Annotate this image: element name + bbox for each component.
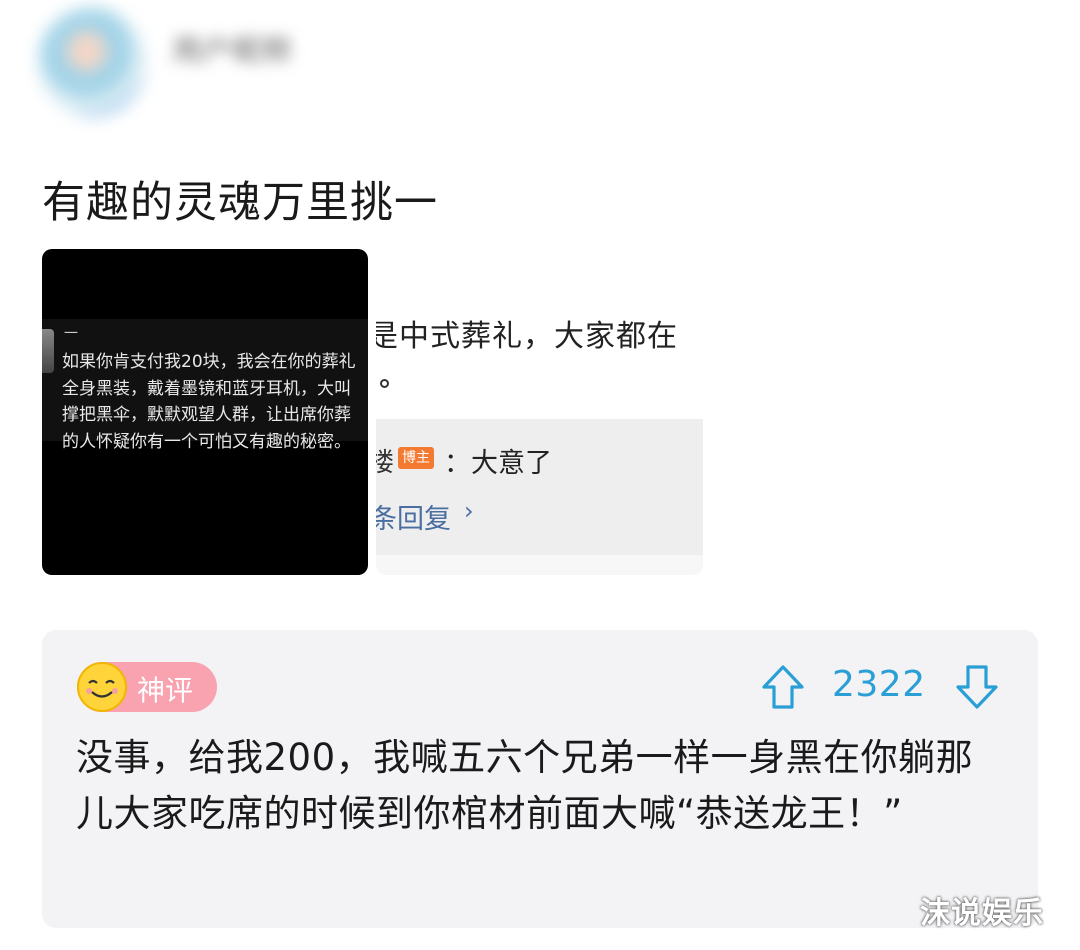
- post-image-1[interactable]: 一 如果你肯支付我20块，我会在你的葬礼 全身黑装，戴着墨镜和蓝牙耳机，大叫 撑…: [42, 249, 368, 575]
- quote-line: 撑把黑伞，默默观望人群，让出席你葬: [62, 405, 351, 425]
- author-badge: 博主: [398, 447, 434, 469]
- smiley-icon: [77, 662, 127, 712]
- quote-text: 如果你肯支付我20块，我会在你的葬礼 全身黑装，戴着墨镜和蓝牙耳机，大叫 撑把黑…: [62, 349, 368, 455]
- comment-text: 没事，给我200，我喊五六个兄弟一样一身黑在你躺那儿大家吃席的时候到你棺材前面大…: [76, 736, 974, 835]
- avatar[interactable]: [38, 8, 146, 116]
- vote-count: 2322: [832, 664, 926, 705]
- post-meta: [172, 80, 372, 108]
- quote-line: 的人怀疑你有一个可怕又有趣的秘密。: [62, 431, 351, 452]
- god-comment: 神评 2322 没事，给我200，我喊五六个兄弟一样一身黑在你躺那儿大家吃席的时…: [42, 630, 1038, 928]
- downvote-arrow-icon[interactable]: [954, 663, 1000, 711]
- reply-floor: 楼: [376, 448, 395, 478]
- quote-line: 全身黑装，戴着墨镜和蓝牙耳机，大叫: [62, 378, 351, 399]
- god-comment-badge: 神评: [77, 662, 217, 712]
- quote-line: 如果你肯支付我20块，我会在你的葬礼: [62, 352, 356, 372]
- post-text: 有趣的灵魂万里挑一: [42, 178, 438, 228]
- quote-avatar: [42, 329, 54, 373]
- badge-label: 神评: [137, 674, 194, 707]
- quote-dash: 一: [64, 326, 78, 342]
- upvote-arrow-icon[interactable]: [760, 663, 806, 711]
- post-image-2[interactable]: 是中式葬礼，大家都在 楼 博主 ：大意了 条回复 ›: [376, 249, 703, 575]
- period-mark: [380, 379, 389, 388]
- more-replies-link: 条回复: [376, 504, 451, 535]
- reply-main-text: 是中式葬礼，大家都在: [376, 319, 678, 354]
- username[interactable]: 用户昵称: [172, 26, 332, 69]
- watermark: 沫说娱乐: [920, 896, 1044, 931]
- reply-text: ：大意了: [444, 448, 552, 479]
- chevron-right-icon: ›: [464, 497, 474, 525]
